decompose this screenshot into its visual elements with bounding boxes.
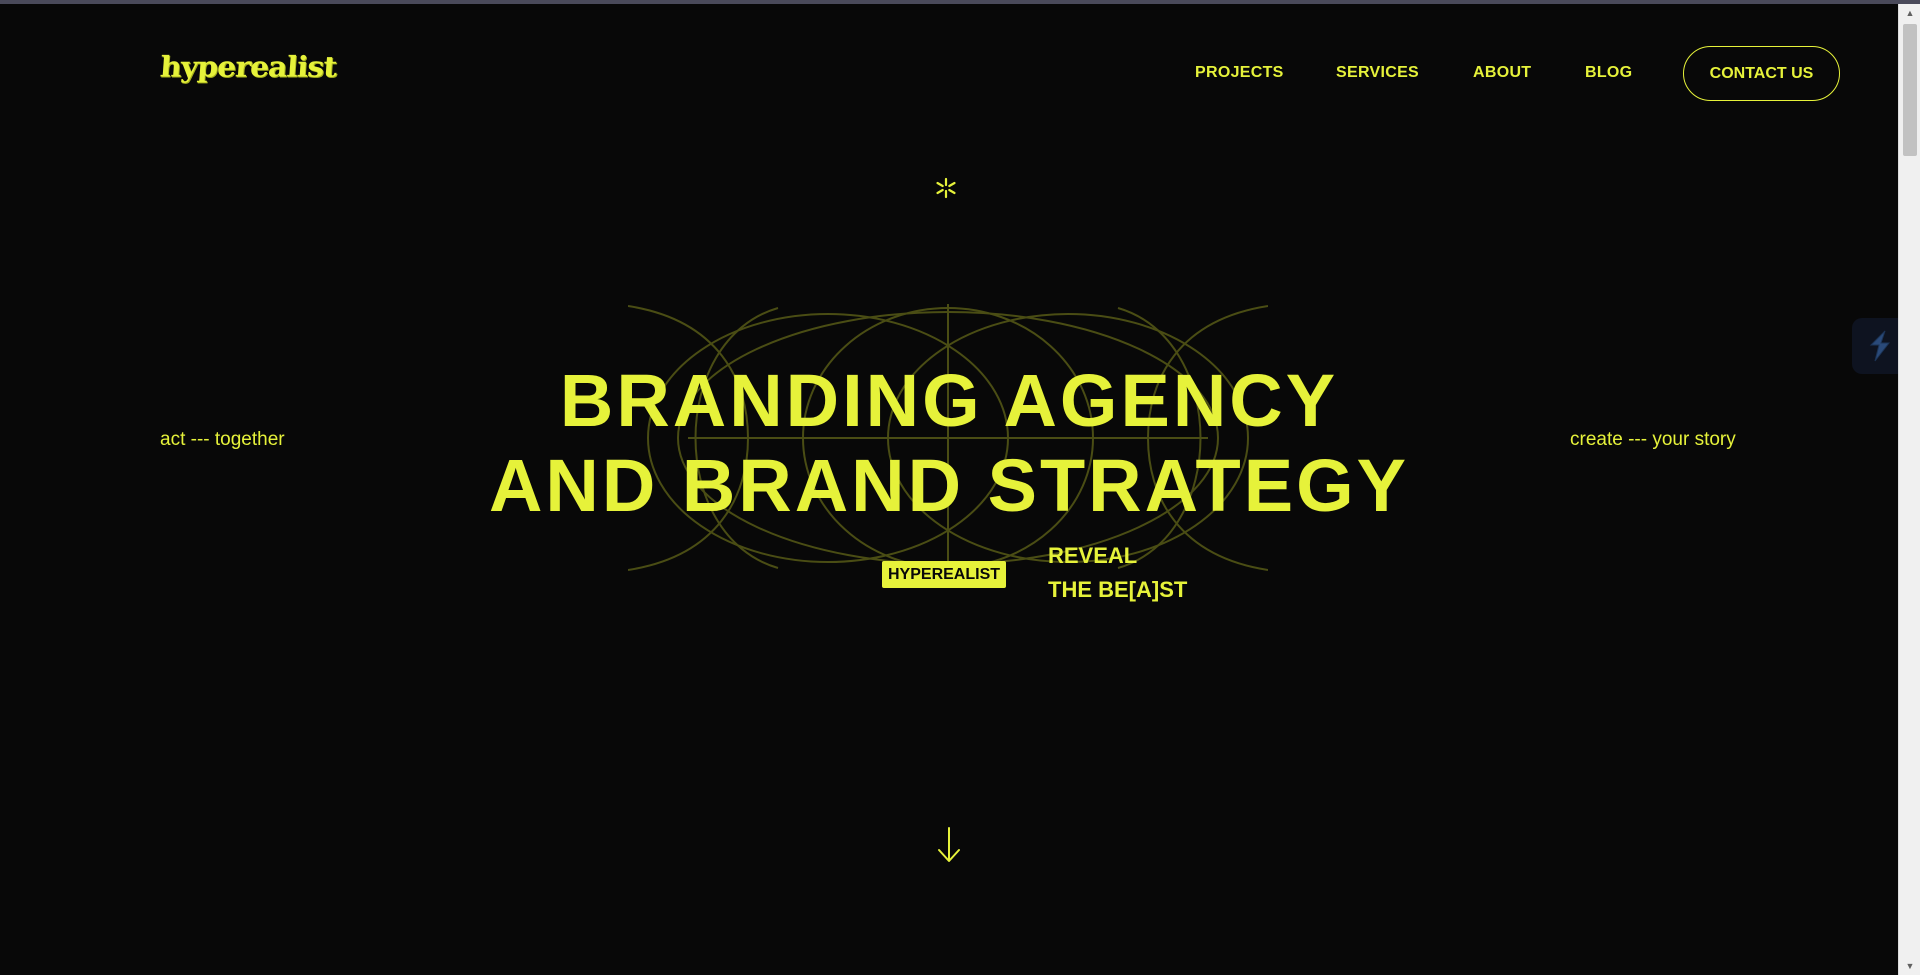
contact-us-button[interactable]: CONTACT US (1683, 46, 1840, 101)
nav-projects[interactable]: PROJECTS (1195, 64, 1284, 82)
nav-about[interactable]: ABOUT (1473, 64, 1531, 82)
headline-line-2: AND BRAND STRATEGY (488, 444, 1410, 527)
reveal-line-1: REVEAL (1048, 543, 1138, 568)
brand-badge: HYPEREALIST (882, 561, 1007, 588)
asterisk-icon (936, 177, 956, 199)
reveal-line-2: THE BE[A]ST (1048, 577, 1188, 602)
headline-line-1: BRANDING AGENCY (559, 359, 1339, 442)
scroll-down-icon[interactable]: ▼ (1899, 957, 1920, 975)
nav-services[interactable]: SERVICES (1336, 64, 1419, 82)
arrow-down-icon[interactable] (936, 826, 962, 864)
page-scrollbar[interactable]: ▲ ▼ (1898, 4, 1920, 975)
lightning-icon (1869, 330, 1891, 362)
scrollbar-thumb[interactable] (1903, 24, 1917, 156)
scroll-up-icon[interactable]: ▲ (1899, 4, 1920, 22)
logo[interactable]: hyperealist (159, 51, 338, 84)
nav-blog[interactable]: BLOG (1585, 64, 1632, 82)
